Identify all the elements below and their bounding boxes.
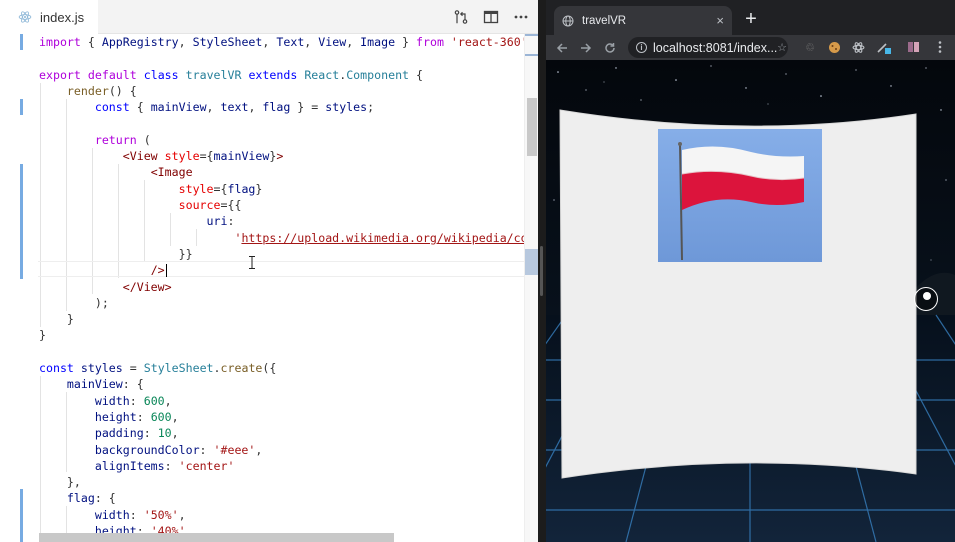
poland-flag-image — [658, 129, 822, 262]
vr-scene-canvas — [546, 60, 955, 542]
code-line: alignItems: 'center' — [94, 458, 235, 473]
code-line: return ( — [94, 132, 151, 147]
back-icon[interactable] — [552, 35, 572, 60]
split-editor-icon[interactable] — [482, 8, 500, 26]
extension-react-devtools-icon[interactable] — [850, 39, 866, 55]
editor-tab-bar: index.js — [0, 0, 538, 34]
source-control-icon[interactable] — [452, 8, 470, 26]
code-line: } — [39, 328, 46, 343]
code-line: flag: { — [66, 491, 116, 506]
react-file-icon — [18, 11, 32, 23]
editor-tab-label: index.js — [40, 9, 85, 25]
reload-icon[interactable] — [600, 35, 620, 60]
code-editor[interactable]: index.js import {AppRegistry, StyleShee… — [0, 0, 538, 542]
forward-icon[interactable] — [576, 35, 596, 60]
code-line: style={flag} — [178, 181, 263, 196]
code-line: ); — [39, 295, 109, 310]
address-bar-url: localhost:8081/index... — [653, 40, 778, 55]
mouse-ibeam-cursor-icon — [249, 256, 255, 269]
code-line: padding: 10, — [94, 426, 179, 441]
code-line: <View style={mainView}> — [122, 149, 284, 164]
vertical-scrollbar[interactable] — [524, 34, 538, 542]
text-caret — [165, 264, 167, 278]
gutter-modified-marker — [20, 489, 23, 542]
code-line: width: 600, — [94, 393, 172, 408]
pane-splitter[interactable] — [538, 0, 546, 542]
code-line: import { AppRegistry, StyleSheet, Text, … — [39, 35, 535, 49]
browser-tab-strip: travelVR × + — [546, 0, 955, 35]
horizontal-scrollbar-thumb[interactable] — [39, 533, 394, 542]
code-line: export default class travelVR extends Re… — [39, 67, 423, 82]
browser-menu-icon[interactable] — [932, 39, 948, 55]
code-line: <Image — [150, 165, 193, 180]
code-line: width: '50%', — [94, 507, 186, 522]
gutter-modified-marker — [20, 99, 23, 115]
extension-recycle-icon[interactable]: ♲ — [802, 39, 818, 55]
code-line: source={{ — [178, 198, 242, 212]
gutter-modified-marker — [20, 34, 23, 50]
code-line: const styles = StyleSheet.create({ — [39, 361, 277, 375]
code-line: uri: — [206, 214, 235, 229]
extension-eyedropper-icon[interactable] — [876, 39, 892, 55]
code-line: }, — [39, 475, 81, 490]
bookmark-star-icon[interactable]: ☆ — [774, 39, 790, 55]
scrollbar-thumb[interactable] — [527, 98, 537, 156]
code-line: backgroundColor: '#eee', — [94, 442, 263, 457]
code-line: mainView: { — [66, 377, 144, 392]
extension-cookie-icon[interactable] — [826, 39, 842, 55]
address-bar[interactable]: i localhost:8081/index... — [628, 37, 788, 58]
vr-gaze-cursor-icon[interactable] — [914, 287, 938, 311]
code-line: render() { — [66, 83, 137, 98]
code-line: const { mainView, text, flag } = styles; — [94, 100, 375, 115]
vr-scene-viewport[interactable] — [546, 60, 955, 542]
browser-toolbar: i localhost:8081/index... ☆ ♲ — [546, 35, 955, 60]
more-actions-icon[interactable] — [512, 8, 530, 26]
site-info-icon[interactable]: i — [636, 42, 647, 53]
browser-tab-travelvr[interactable]: travelVR × — [554, 6, 732, 35]
code-line: } — [39, 312, 74, 327]
code-line: /> — [150, 263, 167, 278]
code-area[interactable]: import { AppRegistry, StyleSheet, Text, … — [0, 34, 538, 542]
code-line: </View> — [122, 279, 172, 294]
browser-window: travelVR × + i localhost:8081/index... ☆… — [546, 0, 955, 542]
extension-puzzle-icon[interactable] — [906, 39, 922, 55]
new-tab-button[interactable]: + — [740, 6, 762, 32]
globe-icon — [562, 15, 574, 26]
code-line: }} — [39, 246, 193, 261]
editor-tab-index-js[interactable]: index.js — [0, 0, 99, 34]
code-line: height: 600, — [94, 409, 179, 424]
code-line: 'https://upload.wikimedia.org/wikipedia/… — [234, 230, 538, 245]
gutter-modified-marker — [20, 164, 23, 279]
browser-tab-title: travelVR — [582, 14, 627, 27]
close-tab-icon[interactable]: × — [716, 13, 724, 28]
